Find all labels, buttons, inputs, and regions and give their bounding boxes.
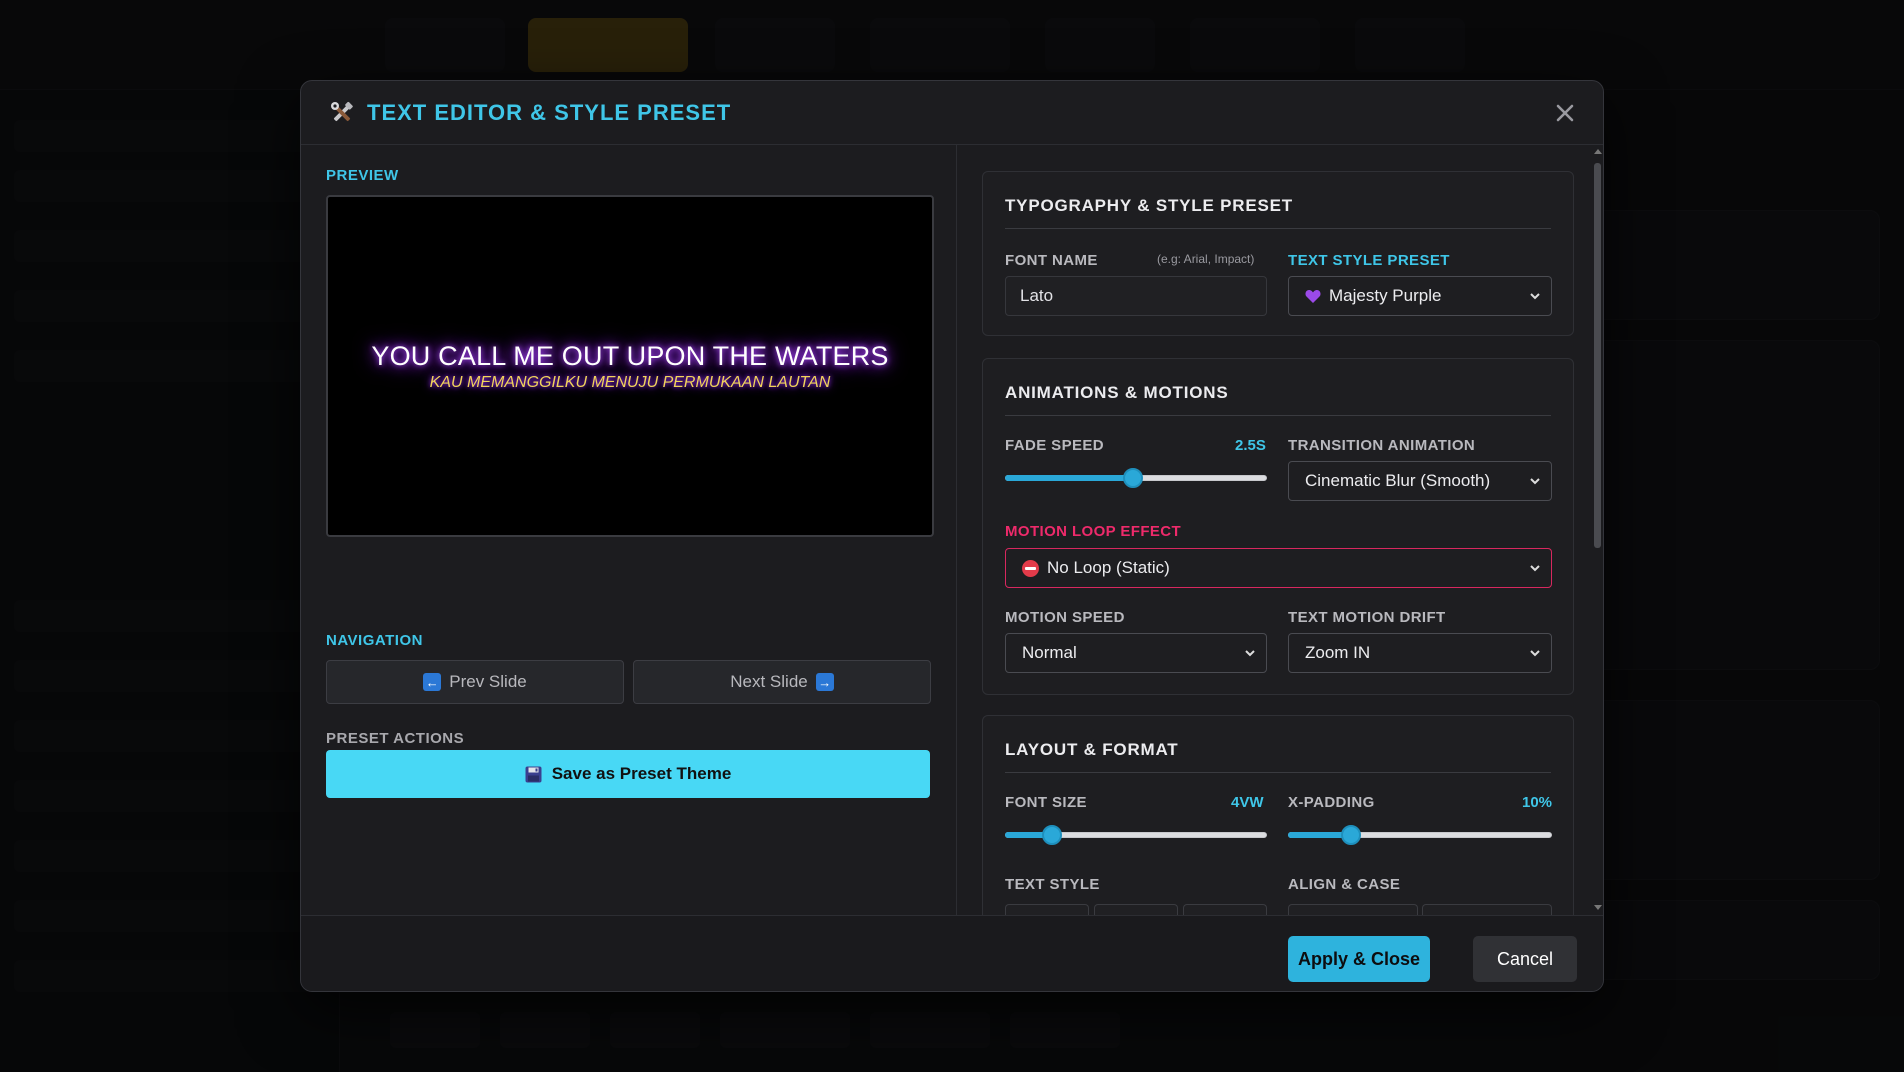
card-divider [1005, 415, 1551, 416]
preview-sub-text: KAU MEMANGGILKU MENUJU PERMUKAAN LAUTAN [429, 373, 831, 391]
text-style-label: TEXT STYLE [1005, 876, 1100, 893]
motion-loop-value: No Loop (Static) [1047, 558, 1170, 577]
font-size-label: FONT SIZE [1005, 794, 1087, 811]
navigation-label: NAVIGATION [326, 632, 423, 649]
motion-speed-label: MOTION SPEED [1005, 609, 1125, 626]
preview-main-text: YOU CALL ME OUT UPON THE WATERS [371, 340, 889, 371]
font-size-value: 4VW [1231, 794, 1264, 811]
apply-close-button[interactable]: Apply & Close [1288, 936, 1430, 982]
chevron-down-icon [1245, 650, 1255, 657]
chevron-down-icon [1530, 293, 1540, 300]
text-style-preset-select[interactable]: Majesty Purple [1288, 276, 1552, 316]
tools-icon [329, 100, 355, 126]
font-size-slider[interactable] [1005, 823, 1267, 847]
slider-thumb[interactable] [1042, 825, 1063, 845]
chevron-down-icon [1530, 650, 1540, 657]
modal-header: TEXT EDITOR & STYLE PRESET [301, 81, 1603, 145]
modal-title: TEXT EDITOR & STYLE PRESET [367, 99, 732, 125]
settings-scrollbar[interactable] [1591, 145, 1603, 915]
text-editor-modal: TEXT EDITOR & STYLE PRESET PREVIEW YOU C… [300, 80, 1604, 992]
card-divider [1005, 772, 1551, 773]
scroll-down-icon[interactable] [1594, 905, 1602, 910]
transition-animation-label: TRANSITION ANIMATION [1288, 437, 1476, 454]
cancel-button[interactable]: Cancel [1473, 936, 1577, 982]
next-slide-button[interactable]: Next Slide → [633, 660, 931, 704]
motion-speed-value: Normal [1022, 643, 1077, 662]
text-style-preset-label: TEXT STYLE PRESET [1288, 252, 1450, 269]
animations-card: ANIMATIONS & MOTIONS FADE SPEED 2.5S TRA… [982, 358, 1574, 695]
next-slide-label: Next Slide [730, 672, 808, 691]
motion-loop-label: MOTION LOOP EFFECT [1005, 523, 1182, 540]
slider-fill [1005, 475, 1134, 481]
scroll-up-icon[interactable] [1594, 149, 1602, 154]
case-select[interactable] [1422, 904, 1552, 915]
typography-title: TYPOGRAPHY & STYLE PRESET [1005, 196, 1293, 215]
chevron-down-icon [1530, 565, 1540, 572]
prev-slide-label: Prev Slide [449, 672, 527, 691]
chevron-down-icon [1530, 478, 1540, 485]
font-name-hint: (e.g: Arial, Impact) [1157, 252, 1255, 266]
animations-title: ANIMATIONS & MOTIONS [1005, 383, 1229, 402]
motion-loop-select[interactable]: No Loop (Static) [1005, 548, 1552, 588]
layout-card: LAYOUT & FORMAT FONT SIZE 4VW X-PADDING … [982, 715, 1574, 915]
font-name-label: FONT NAME [1005, 252, 1098, 269]
align-case-label: ALIGN & CASE [1288, 876, 1401, 893]
settings-column: TYPOGRAPHY & STYLE PRESET FONT NAME (e.g… [958, 145, 1603, 915]
prev-slide-button[interactable]: ← Prev Slide [326, 660, 624, 704]
save-preset-button[interactable]: Save as Preset Theme [326, 750, 930, 798]
typography-card: TYPOGRAPHY & STYLE PRESET FONT NAME (e.g… [982, 171, 1574, 336]
preview-column: PREVIEW YOU CALL ME OUT UPON THE WATERS … [301, 145, 957, 915]
transition-animation-select[interactable]: Cinematic Blur (Smooth) [1288, 461, 1552, 501]
text-style-italic-button[interactable] [1094, 904, 1178, 915]
motion-speed-select[interactable]: Normal [1005, 633, 1267, 673]
arrow-right-icon: → [815, 673, 834, 691]
text-style-bold-button[interactable] [1005, 904, 1089, 915]
fade-speed-slider[interactable] [1005, 466, 1267, 490]
scroll-thumb[interactable] [1594, 163, 1601, 548]
text-motion-drift-select[interactable]: Zoom IN [1288, 633, 1552, 673]
layout-title: LAYOUT & FORMAT [1005, 740, 1179, 759]
fade-speed-value: 2.5S [1235, 437, 1266, 454]
transition-animation-value: Cinematic Blur (Smooth) [1305, 471, 1491, 490]
floppy-disk-icon [525, 766, 542, 783]
align-select[interactable] [1288, 904, 1418, 915]
preview-label: PREVIEW [326, 167, 399, 184]
card-divider [1005, 228, 1551, 229]
text-motion-drift-label: TEXT MOTION DRIFT [1288, 609, 1446, 626]
save-preset-label: Save as Preset Theme [551, 764, 732, 783]
no-entry-icon [1022, 559, 1039, 577]
fade-speed-label: FADE SPEED [1005, 437, 1105, 454]
purple-heart-icon [1305, 289, 1321, 304]
preview-canvas: YOU CALL ME OUT UPON THE WATERS KAU MEMA… [326, 195, 934, 537]
font-name-input[interactable]: Lato [1005, 276, 1267, 316]
text-style-underline-button[interactable] [1183, 904, 1267, 915]
modal-footer: Apply & Close Cancel [301, 915, 1603, 991]
x-padding-label: X-PADDING [1288, 794, 1375, 811]
x-padding-slider[interactable] [1288, 823, 1552, 847]
arrow-left-icon: ← [423, 673, 442, 691]
text-style-preset-value: Majesty Purple [1329, 286, 1442, 305]
text-motion-drift-value: Zoom IN [1305, 643, 1371, 662]
slider-thumb[interactable] [1341, 825, 1362, 845]
close-icon[interactable] [1551, 99, 1579, 127]
slider-thumb[interactable] [1123, 468, 1144, 488]
preset-actions-label: PRESET ACTIONS [326, 730, 465, 747]
x-padding-value: 10% [1522, 794, 1553, 811]
